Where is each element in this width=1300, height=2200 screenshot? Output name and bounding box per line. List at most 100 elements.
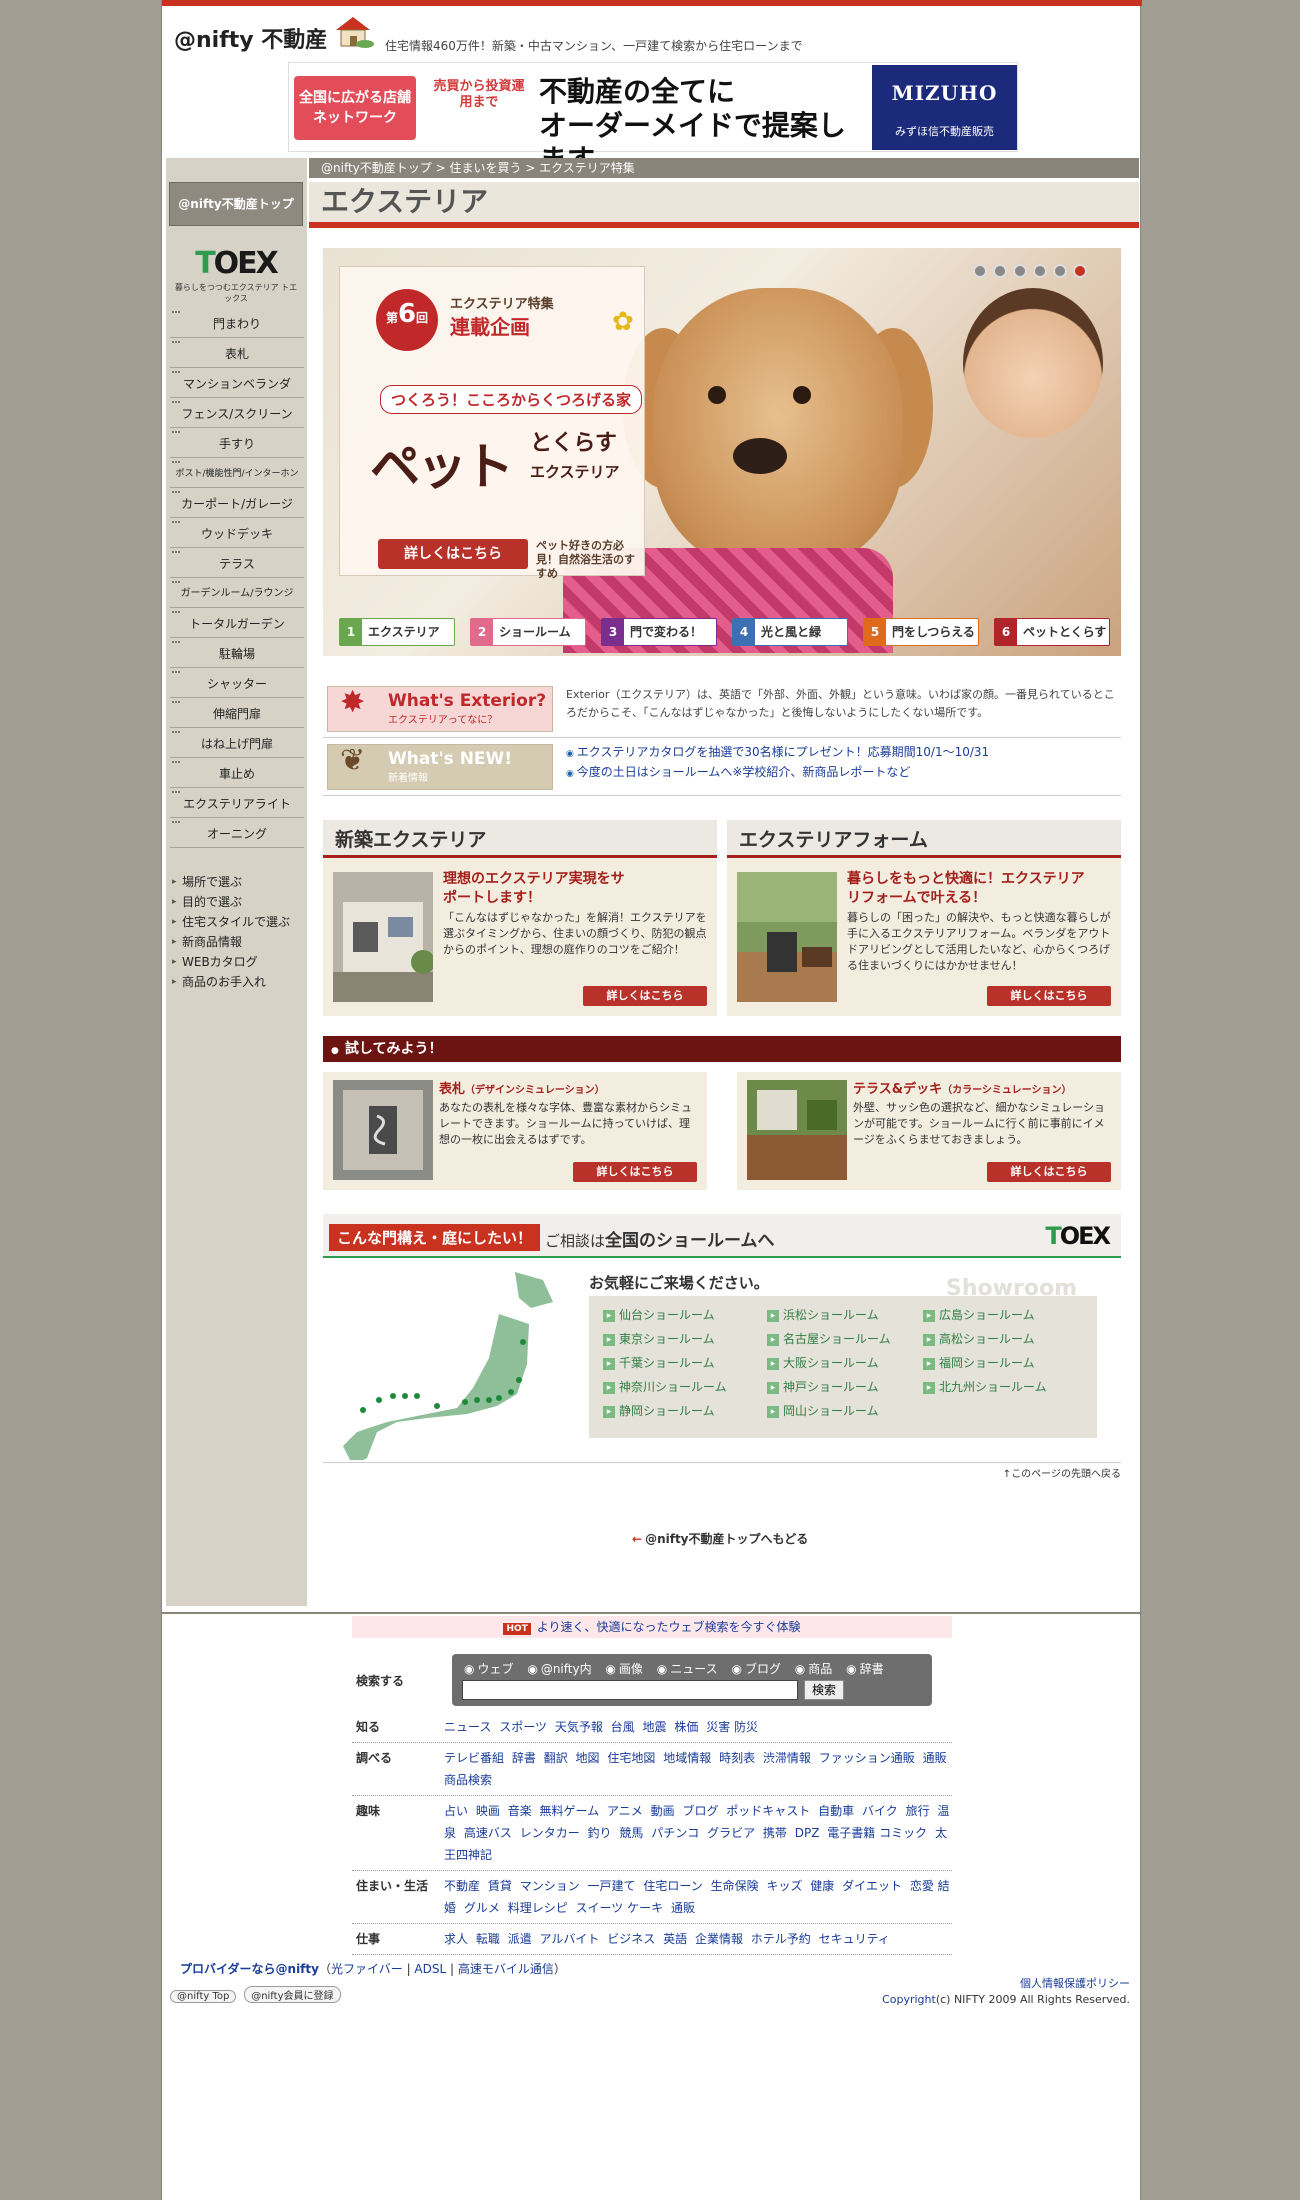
showroom-link[interactable]: 北九州ショールーム [923, 1378, 1083, 1395]
directory-link[interactable]: 渋滞情報 [763, 1751, 811, 1765]
nifty-top-badge[interactable]: @nifty Top [170, 1990, 237, 2003]
sidebar-link[interactable]: 目的で選ぶ [172, 892, 306, 912]
directory-link[interactable]: 求人 [444, 1932, 468, 1946]
directory-link[interactable]: 株価 [674, 1720, 698, 1734]
hero-tab[interactable]: 1 エクステリア [339, 618, 455, 646]
directory-link[interactable]: 電子書籍 コミック [827, 1826, 927, 1840]
directory-link[interactable]: マンション [520, 1879, 580, 1893]
directory-link[interactable]: 動画 [651, 1804, 675, 1818]
directory-link[interactable]: 釣り [588, 1826, 612, 1840]
showroom-link[interactable]: 岡山ショールーム [767, 1402, 927, 1419]
directory-link[interactable]: DPZ [795, 1826, 820, 1840]
hero-tab[interactable]: 3 門で変わる！ [601, 618, 717, 646]
sidebar-item[interactable]: 門まわり [170, 308, 304, 338]
nifty-register-badge[interactable]: @nifty会員に登録 [244, 1986, 341, 2003]
directory-link[interactable]: 映画 [476, 1804, 500, 1818]
pagetop-link[interactable]: ↑このページの先頭へ戻る [323, 1462, 1121, 1480]
directory-link[interactable]: 通販 [671, 1901, 695, 1915]
sidebar-link[interactable]: 新商品情報 [172, 932, 306, 952]
directory-link[interactable]: 料理レシピ [508, 1901, 568, 1915]
card-detail-button[interactable]: 詳しくはこちら [583, 986, 707, 1006]
carousel-dot[interactable] [1013, 264, 1027, 278]
carousel-dot[interactable] [1033, 264, 1047, 278]
sidebar-item[interactable]: テラス [170, 548, 304, 578]
directory-link[interactable]: 転職 [476, 1932, 500, 1946]
directory-link[interactable]: ダイエット [842, 1879, 902, 1893]
showroom-link[interactable]: 千葉ショールーム [603, 1354, 763, 1371]
provider-sub-link[interactable]: 高速モバイル通信 [458, 1962, 554, 1976]
directory-link[interactable]: 地域情報 [663, 1751, 711, 1765]
showroom-link[interactable]: 広島ショールーム [923, 1306, 1083, 1323]
sidebar-item[interactable]: カーポート/ガレージ [170, 488, 304, 518]
directory-link[interactable]: 健康 [810, 1879, 834, 1893]
directory-link[interactable]: 企業情報 [695, 1932, 743, 1946]
directory-link[interactable]: パチンコ [651, 1826, 699, 1840]
showroom-link[interactable]: 名古屋ショールーム [767, 1330, 927, 1347]
sidebar-item[interactable]: トータルガーデン [170, 608, 304, 638]
showroom-link[interactable]: 浜松ショールーム [767, 1306, 927, 1323]
directory-link[interactable]: ポッドキャスト [726, 1804, 810, 1818]
news-link[interactable]: 今度の土日はショールームへ※学校紹介、新商品レポートなど [566, 763, 989, 783]
search-option[interactable]: ニュース [657, 1662, 718, 1676]
showroom-link[interactable]: 福岡ショールーム [923, 1354, 1083, 1371]
directory-link[interactable]: 住宅ローン [643, 1879, 702, 1893]
sidebar-item[interactable]: 伸縮門扉 [170, 698, 304, 728]
sidebar-item[interactable]: ウッドデッキ [170, 518, 304, 548]
directory-link[interactable]: ホテル予約 [751, 1932, 811, 1946]
sidebar-link[interactable]: 場所で選ぶ [172, 872, 306, 892]
directory-link[interactable]: 生命保険 [711, 1879, 759, 1893]
directory-link[interactable]: 翻訳 [544, 1751, 568, 1765]
showroom-link[interactable]: 高松ショールーム [923, 1330, 1083, 1347]
directory-link[interactable]: 台風 [611, 1720, 635, 1734]
hero-tab[interactable]: 2 ショールーム [470, 618, 586, 646]
sidebar-item[interactable]: 車止め [170, 758, 304, 788]
sidebar-link[interactable]: WEBカタログ [172, 952, 306, 972]
sidebar-item[interactable]: 表札 [170, 338, 304, 368]
carousel-dot[interactable] [993, 264, 1007, 278]
directory-link[interactable]: 不動産 [444, 1879, 480, 1893]
card-detail-button[interactable]: 詳しくはこちら [987, 986, 1111, 1006]
hero-detail-button[interactable]: 詳しくはこちら [378, 539, 528, 569]
sidebar-item[interactable]: マンションベランダ [170, 368, 304, 398]
hero-tab[interactable]: 5 門をしつらえる [863, 618, 979, 646]
directory-link[interactable]: 高速バス [464, 1826, 512, 1840]
search-option[interactable]: ウェブ [464, 1662, 514, 1676]
sidebar-top-button[interactable]: @nifty不動産トップ [169, 182, 303, 226]
breadcrumb-link[interactable]: @nifty不動産トップ [321, 161, 432, 175]
directory-link[interactable]: ビジネス [607, 1932, 655, 1946]
directory-link[interactable]: グラビア [707, 1826, 755, 1840]
ad-banner[interactable]: 全国に広がる店舗ネットワーク 売買から投資運用まで 不動産の全てに オーダーメイド… [288, 62, 1018, 176]
directory-link[interactable]: 地図 [576, 1751, 600, 1765]
search-option[interactable]: 商品 [795, 1662, 833, 1676]
directory-link[interactable]: 災害 防災 [706, 1720, 758, 1734]
directory-link[interactable]: 携帯 [763, 1826, 787, 1840]
search-option[interactable]: ブログ [731, 1662, 781, 1676]
directory-link[interactable]: ブログ [682, 1804, 718, 1818]
carousel-dot[interactable] [973, 264, 987, 278]
showroom-link[interactable]: 静岡ショールーム [603, 1402, 763, 1419]
directory-link[interactable]: レンタカー [520, 1826, 580, 1840]
directory-link[interactable]: 賃貸 [488, 1879, 512, 1893]
sidebar-item[interactable]: 駐輪場 [170, 638, 304, 668]
directory-link[interactable]: アルバイト [540, 1932, 600, 1946]
directory-link[interactable]: 一戸建て [588, 1879, 636, 1893]
sidebar-item[interactable]: 手すり [170, 428, 304, 458]
directory-link[interactable]: スイーツ ケーキ [576, 1901, 664, 1915]
whats-exterior-tag[interactable]: ✸ What's Exterior? エクステリアってなに？ [327, 686, 553, 732]
sidebar-item[interactable]: ポスト/機能性門/インターホン [170, 458, 304, 488]
directory-link[interactable]: バイク [862, 1804, 898, 1818]
sidebar-link[interactable]: 商品のお手入れ [172, 972, 306, 992]
directory-link[interactable]: アニメ [607, 1804, 643, 1818]
toex-logo[interactable]: TOEX 暮らしをつつむエクステリア トエックス [172, 246, 300, 303]
provider-link[interactable]: プロバイダーなら@nifty [180, 1962, 319, 1976]
sidebar-item[interactable]: ガーデンルーム/ラウンジ [170, 578, 304, 608]
back-to-top-link[interactable]: @nifty不動産トップへもどる [632, 1530, 808, 1547]
site-logo[interactable]: @nifty 不動産 [174, 22, 327, 54]
showroom-link[interactable]: 東京ショールーム [603, 1330, 763, 1347]
directory-link[interactable]: 旅行 [906, 1804, 930, 1818]
breadcrumb-link[interactable]: 住まいを買う [449, 161, 521, 175]
directory-link[interactable]: テレビ番組 [444, 1751, 504, 1765]
news-link[interactable]: エクステリアカタログを抽選で30名様にプレゼント！応募期間10/1〜10/31 [566, 743, 989, 763]
directory-link[interactable]: 英語 [663, 1932, 687, 1946]
search-option[interactable]: 辞書 [846, 1662, 884, 1676]
